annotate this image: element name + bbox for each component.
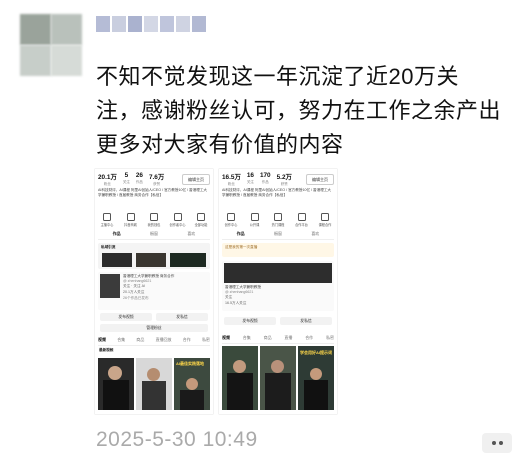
username-blurred[interactable] <box>96 16 206 32</box>
grid-icon <box>197 213 205 221</box>
screenshot-thumbnail-1[interactable]: 20.1万 粉丝 5 关注 26 作品 7.6万 获赞 编辑主页 AI科技财评，AI课程… <box>95 169 213 414</box>
screenshot-thumbnail-2[interactable]: 16.5万 粉丝 16 关注 170 作品 5.2万 获赞 编辑主页 AI科技财评，AI… <box>219 169 337 414</box>
edit-profile-button: 编辑主页 <box>182 174 210 185</box>
stat-fans: 20.1万 粉丝 <box>98 174 117 186</box>
dot-icon <box>498 441 503 445</box>
stat-following: 16 关注 <box>246 172 254 184</box>
content-tabs: 视频 合集 商品 直播回放 合作 私密 <box>98 337 210 346</box>
stat-likes: 5.2万 获赞 <box>276 174 292 186</box>
post-timestamp: 2025-5-30 10:49 <box>96 428 258 451</box>
stat-fans: 16.5万 粉丝 <box>222 174 241 186</box>
feature-icons-row: 创作中心 公开课 热门课程 合作平台 课程合作 <box>222 213 334 227</box>
manage-fans-button: 管理粉丝 <box>100 324 208 332</box>
publish-video-button: 发布视频 <box>100 313 152 321</box>
wallet-icon <box>150 213 158 221</box>
video-thumbnail <box>98 358 134 410</box>
profile-card: 香港理工大学兼职教授 @ zhenhang6621 关注 16.5万人关注 <box>222 261 334 311</box>
video-thumbnail <box>136 358 172 410</box>
profile-tabs: 作品 橱窗 喜欢 <box>98 231 210 240</box>
anchor-icon <box>103 213 111 221</box>
profile-card: 香港理工大学兼职教授 商务合作 @ zhenhang6621 关注 · 关注 A… <box>98 272 210 310</box>
course-icon <box>274 213 282 221</box>
send-message-button: 发私信 <box>156 313 208 321</box>
dot-icon <box>491 441 496 445</box>
latest-videos-label: 最新视频 <box>99 348 114 352</box>
stat-works: 26 作品 <box>135 172 143 184</box>
stat-works: 170 作品 <box>259 172 271 184</box>
publish-video-button: 发布视频 <box>224 317 276 325</box>
send-message-button: 发私信 <box>280 317 332 325</box>
stat-following: 5 关注 <box>122 172 130 184</box>
edit-profile-button: 编辑主页 <box>306 174 334 185</box>
stat-likes: 7.6万 获赞 <box>148 174 165 186</box>
notice-card: 这是我的第一次直播 <box>222 243 334 257</box>
cart-icon <box>126 213 135 221</box>
content-tabs: 视频 合集 商品 直播 合作 私密 <box>222 335 334 344</box>
anchor-icon <box>227 213 235 221</box>
video-thumbnail: AI最佳实践落地 <box>174 358 210 410</box>
creator-icon <box>173 213 182 221</box>
video-thumbnail: 学会用好AI提示词 <box>298 346 334 410</box>
private-traffic-card: 私域引流 <box>98 243 210 269</box>
class-icon <box>250 213 259 221</box>
feature-icons-row: 主播中心 抖音商城 我的钱包 创作者中心 全部功能 <box>98 213 210 227</box>
profile-bio: AI科技财评，AI课程 阿里AI创始人/CEO / 官方教授10亿 / 香港理工… <box>222 188 332 197</box>
avatar[interactable] <box>20 14 82 76</box>
cooperation-icon <box>297 213 306 221</box>
video-thumbnail <box>260 346 296 410</box>
profile-tabs: 作品 橱窗 喜欢 <box>222 231 334 240</box>
grid-icon <box>321 213 329 221</box>
more-actions-button[interactable] <box>482 433 512 453</box>
post-text: 不知不觉发现这一年沉淀了近20万关注，感谢粉丝认可，努力在工作之余产出更多对大家… <box>96 64 502 157</box>
video-thumbnail <box>222 346 258 410</box>
profile-bio: AI科技财评，AI课程 阿里AI创始人/CEO / 官方教授10亿 / 香港理工… <box>98 188 208 197</box>
